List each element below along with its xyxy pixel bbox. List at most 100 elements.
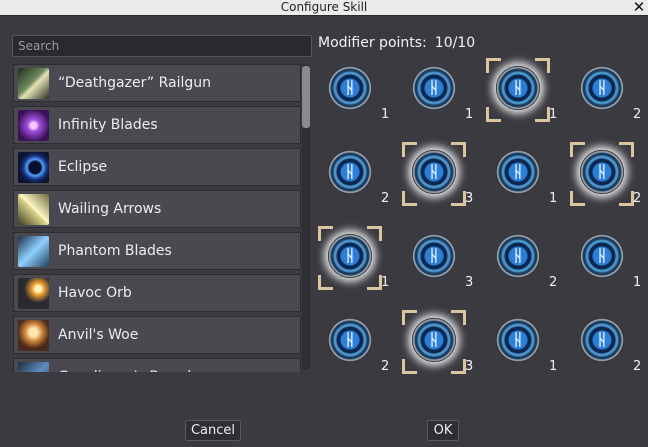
rune-glyph: ᚺ	[429, 78, 439, 97]
rune-glyph: ᚺ	[513, 78, 523, 97]
modifier-slot[interactable]: ᚺ2	[570, 142, 642, 206]
skill-item-phantom-blades[interactable]: Phantom Blades	[13, 232, 301, 270]
rune-gem-icon: ᚺ	[412, 234, 456, 278]
skill-list: “Deathgazer” Railgun Infinity Blades Ecl…	[12, 62, 312, 372]
modifier-count: 1	[549, 359, 558, 374]
skill-item-label: Gunslinger's Brand	[58, 359, 191, 372]
skill-item-infinity-blades[interactable]: Infinity Blades	[13, 106, 301, 144]
eclipse-icon	[18, 152, 49, 183]
modifier-count: 3	[465, 359, 474, 374]
rune-glyph: ᚺ	[597, 162, 607, 181]
wailing-arrows-icon	[18, 194, 49, 225]
rune-glyph: ᚺ	[345, 78, 355, 97]
modifier-slot[interactable]: ᚺ1	[486, 310, 558, 374]
cancel-button[interactable]: Cancel	[185, 420, 241, 441]
modifier-count: 2	[633, 107, 642, 122]
modifier-slot[interactable]: ᚺ2	[318, 310, 390, 374]
modifier-points: Modifier points: 10/10	[318, 35, 475, 51]
modifier-points-value: 10/10	[434, 35, 476, 51]
modifier-count: 2	[549, 275, 558, 290]
rune-glyph: ᚺ	[513, 246, 523, 265]
skill-item-label: “Deathgazer” Railgun	[58, 75, 212, 91]
rune-gem-icon: ᚺ	[328, 150, 372, 194]
search-input[interactable]	[12, 35, 312, 57]
modifier-slot[interactable]: ᚺ1	[486, 142, 558, 206]
modifier-count: 1	[381, 107, 390, 122]
skill-item-label: Phantom Blades	[58, 243, 172, 259]
rune-glyph: ᚺ	[429, 330, 439, 349]
rune-glyph: ᚺ	[429, 162, 439, 181]
modifier-count: 2	[381, 359, 390, 374]
modifier-count: 3	[465, 191, 474, 206]
ok-button[interactable]: OK	[427, 420, 459, 441]
skill-item-label: Anvil's Woe	[58, 327, 139, 343]
skill-item-label: Eclipse	[58, 159, 108, 175]
rune-gem-icon: ᚺ	[580, 234, 624, 278]
modifier-slot[interactable]: ᚺ1	[570, 226, 642, 290]
modifier-count: 3	[465, 275, 474, 290]
modifier-count: 2	[633, 359, 642, 374]
modifier-count: 2	[381, 191, 390, 206]
rune-gem-icon: ᚺ	[496, 234, 540, 278]
modifier-slot[interactable]: ᚺ3	[402, 142, 474, 206]
rune-glyph: ᚺ	[597, 246, 607, 265]
rune-gem-icon: ᚺ	[328, 318, 372, 362]
rune-glyph: ᚺ	[597, 78, 607, 97]
rune-gem-icon: ᚺ	[328, 66, 372, 110]
gunslingers-brand-icon	[18, 362, 49, 372]
rune-gem-icon: ᚺ	[328, 234, 372, 278]
skill-item-label: Wailing Arrows	[58, 201, 162, 217]
skill-item-gunslingers-brand[interactable]: Gunslinger's Brand	[13, 358, 301, 372]
scrollbar-thumb[interactable]	[302, 66, 310, 128]
modifier-slot[interactable]: ᚺ2	[570, 58, 642, 122]
rune-gem-icon: ᚺ	[580, 150, 624, 194]
modifier-count: 1	[549, 107, 558, 122]
anvil-icon	[18, 320, 49, 351]
havoc-orb-icon	[18, 278, 49, 309]
modifier-count: 1	[381, 275, 390, 290]
modifier-slot[interactable]: ᚺ1	[318, 226, 390, 290]
phantom-blades-icon	[18, 236, 49, 267]
infinity-blades-icon	[18, 110, 49, 141]
skill-item-anvils-woe[interactable]: Anvil's Woe	[13, 316, 301, 354]
rune-glyph: ᚺ	[429, 246, 439, 265]
rune-glyph: ᚺ	[345, 162, 355, 181]
close-icon[interactable]: ✕	[632, 0, 646, 15]
rune-gem-icon: ᚺ	[412, 318, 456, 362]
title-bar: Configure Skill ✕	[0, 0, 648, 16]
rune-gem-icon: ᚺ	[496, 66, 540, 110]
modifier-slot[interactable]: ᚺ1	[318, 58, 390, 122]
modifier-slot[interactable]: ᚺ2	[318, 142, 390, 206]
skill-item-label: Havoc Orb	[58, 285, 132, 301]
modifier-slot[interactable]: ᚺ2	[486, 226, 558, 290]
skill-list-scrollbar[interactable]	[302, 64, 310, 370]
railgun-icon	[18, 68, 49, 99]
modifier-slot[interactable]: ᚺ1	[402, 58, 474, 122]
rune-glyph: ᚺ	[513, 330, 523, 349]
modifier-slot[interactable]: ᚺ2	[570, 310, 642, 374]
rune-gem-icon: ᚺ	[412, 150, 456, 194]
skill-item-havoc-orb[interactable]: Havoc Orb	[13, 274, 301, 312]
rune-glyph: ᚺ	[597, 330, 607, 349]
skill-item-deathgazer-railgun[interactable]: “Deathgazer” Railgun	[13, 64, 301, 102]
rune-glyph: ᚺ	[513, 162, 523, 181]
modifier-count: 1	[465, 107, 474, 122]
skill-item-eclipse[interactable]: Eclipse	[13, 148, 301, 186]
rune-glyph: ᚺ	[345, 330, 355, 349]
rune-gem-icon: ᚺ	[496, 318, 540, 362]
window-title: Configure Skill	[280, 0, 368, 14]
modifier-slot[interactable]: ᚺ3	[402, 226, 474, 290]
rune-gem-icon: ᚺ	[580, 66, 624, 110]
modifier-slot[interactable]: ᚺ3	[402, 310, 474, 374]
modifier-count: 1	[633, 275, 642, 290]
modifier-slot[interactable]: ᚺ1	[486, 58, 558, 122]
modifier-count: 2	[633, 191, 642, 206]
modifier-count: 1	[549, 191, 558, 206]
rune-gem-icon: ᚺ	[496, 150, 540, 194]
modifier-points-label: Modifier points:	[318, 35, 427, 51]
modifier-grid: ᚺ1ᚺ1ᚺ1ᚺ2ᚺ2ᚺ3ᚺ1ᚺ2ᚺ1ᚺ3ᚺ2ᚺ1ᚺ2ᚺ3ᚺ1ᚺ2	[318, 58, 648, 378]
skill-item-wailing-arrows[interactable]: Wailing Arrows	[13, 190, 301, 228]
skill-item-label: Infinity Blades	[58, 117, 158, 133]
rune-gem-icon: ᚺ	[580, 318, 624, 362]
rune-glyph: ᚺ	[345, 246, 355, 265]
